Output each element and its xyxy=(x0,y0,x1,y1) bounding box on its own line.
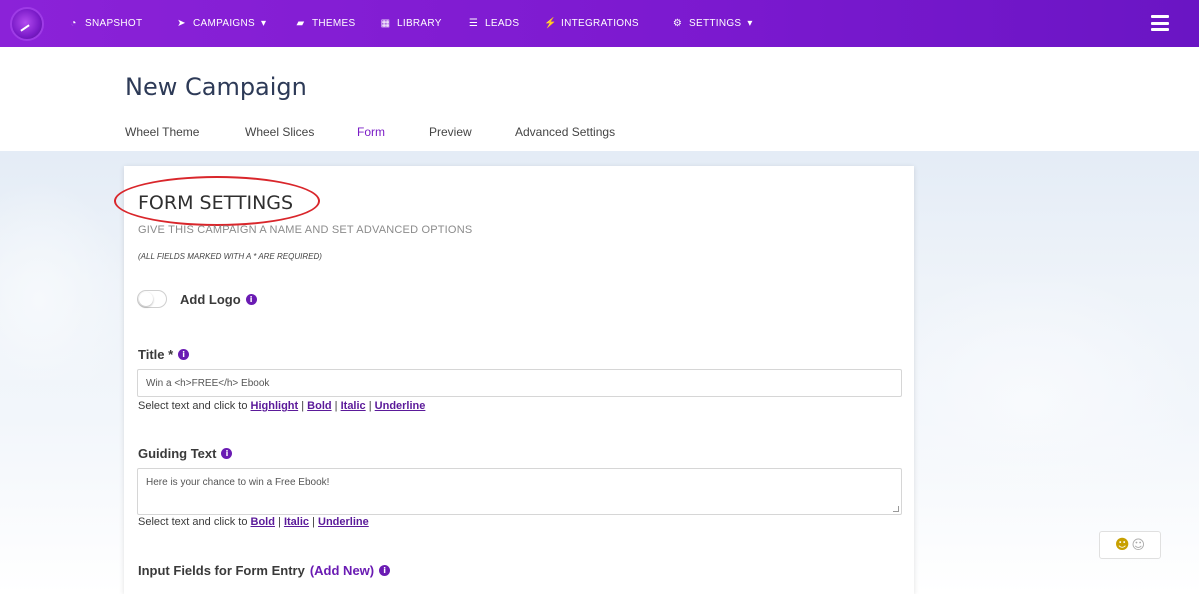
resize-handle-icon[interactable] xyxy=(893,506,899,512)
bold-link[interactable]: Bold xyxy=(251,516,275,528)
separator: | xyxy=(334,400,338,412)
nav-settings-label: SETTINGS xyxy=(689,18,742,29)
italic-link[interactable]: Italic xyxy=(341,400,366,412)
chevron-down-icon: ▾ xyxy=(747,18,753,29)
helper-prefix: Select text and click to xyxy=(138,516,248,528)
form-settings-card: FORM SETTINGS GIVE THIS CAMPAIGN A NAME … xyxy=(114,166,914,594)
add-logo-toggle[interactable] xyxy=(137,290,167,308)
separator: | xyxy=(312,516,315,528)
nav-campaigns-label: CAMPAIGNS xyxy=(193,18,255,29)
info-icon[interactable]: i xyxy=(178,349,190,360)
italic-link[interactable]: Italic xyxy=(284,516,309,528)
tab-advanced-settings[interactable]: Advanced Settings xyxy=(515,125,615,151)
hamburger-menu-icon[interactable] xyxy=(1151,15,1169,31)
title-input[interactable]: Win a <h>FREE</h> Ebook xyxy=(137,369,902,397)
title-label-text: Title * xyxy=(138,347,174,362)
library-icon: ▦ xyxy=(380,18,391,29)
separator: | xyxy=(278,516,281,528)
add-logo-text: Add Logo xyxy=(180,292,241,307)
add-logo-label: Add Logo i xyxy=(180,292,257,307)
guiding-text-label: Guiding Text i xyxy=(138,446,233,461)
nav-integrations[interactable]: ⚡ INTEGRATIONS xyxy=(544,0,639,47)
tab-preview[interactable]: Preview xyxy=(429,125,472,151)
list-icon: ☰ xyxy=(468,18,479,29)
emoji-reaction-widget[interactable]: ☻ ☺ xyxy=(1099,531,1161,559)
input-fields-label-text: Input Fields for Form Entry xyxy=(138,563,305,578)
background-cloud xyxy=(915,270,1199,490)
separator: | xyxy=(368,400,372,412)
separator: | xyxy=(301,400,305,412)
nav-campaigns[interactable]: ➤ CAMPAIGNS ▾ xyxy=(176,0,266,47)
page-title: New Campaign xyxy=(125,73,307,101)
bold-link[interactable]: Bold xyxy=(307,400,331,412)
guiding-helper-text: Select text and click to Bold | Italic |… xyxy=(138,516,369,528)
info-icon[interactable]: i xyxy=(379,565,391,576)
app-logo[interactable] xyxy=(10,7,44,41)
tab-wheel-slices[interactable]: Wheel Slices xyxy=(245,125,314,151)
required-note: (ALL FIELDS MARKED WITH A * ARE REQUIRED… xyxy=(138,252,322,261)
nav-library[interactable]: ▦ LIBRARY xyxy=(380,0,442,47)
nav-settings[interactable]: ⚙ SETTINGS ▾ xyxy=(672,0,753,47)
nav-themes[interactable]: ▰ THEMES xyxy=(295,0,356,47)
nav-leads[interactable]: ☰ LEADS xyxy=(468,0,519,47)
highlight-link[interactable]: Highlight xyxy=(251,400,299,412)
underline-link[interactable]: Underline xyxy=(375,400,426,412)
section-title: FORM SETTINGS xyxy=(138,192,294,214)
guiding-text-label-text: Guiding Text xyxy=(138,446,217,461)
nav-snapshot-label: SNAPSHOT xyxy=(85,18,143,29)
tab-wheel-theme[interactable]: Wheel Theme xyxy=(125,125,199,151)
nav-leads-label: LEADS xyxy=(485,18,520,29)
underline-link[interactable]: Underline xyxy=(318,516,369,528)
page-header: New Campaign Wheel Theme Wheel Slices Fo… xyxy=(0,47,1199,153)
chevron-down-icon: ▾ xyxy=(260,18,267,29)
smiley-icon: ☺ xyxy=(1131,537,1146,553)
image-icon: ▰ xyxy=(296,18,305,29)
guiding-text-input[interactable]: Here is your chance to win a Free Ebook! xyxy=(137,468,902,515)
top-navbar: ◔ SNAPSHOT ➤ CAMPAIGNS ▾ ▰ THEMES ▦ LIBR… xyxy=(0,0,1199,47)
nav-library-label: LIBRARY xyxy=(397,18,442,29)
nav-integrations-label: INTEGRATIONS xyxy=(561,18,639,29)
title-helper-text: Select text and click to Highlight | Bol… xyxy=(138,400,425,412)
send-icon: ➤ xyxy=(177,18,186,29)
tab-form[interactable]: Form xyxy=(353,125,391,153)
plug-icon: ⚡ xyxy=(544,18,557,29)
section-subtitle: GIVE THIS CAMPAIGN A NAME AND SET ADVANC… xyxy=(138,224,473,236)
title-label: Title * i xyxy=(138,347,190,362)
helper-prefix: Select text and click to xyxy=(138,400,248,412)
background-cloud xyxy=(0,180,130,380)
info-icon[interactable]: i xyxy=(221,448,233,459)
nav-themes-label: THEMES xyxy=(312,18,356,29)
info-icon[interactable]: i xyxy=(245,294,257,305)
dashboard-icon: ◔ xyxy=(70,18,77,29)
nav-snapshot[interactable]: ◔ SNAPSHOT xyxy=(68,0,142,47)
cogs-icon: ⚙ xyxy=(672,18,683,29)
add-emoji-icon: ☻ xyxy=(1114,537,1130,553)
add-new-link[interactable]: (Add New) xyxy=(310,563,374,578)
input-fields-label: Input Fields for Form Entry (Add New) i xyxy=(138,563,391,578)
guiding-text-value: Here is your chance to win a Free Ebook! xyxy=(146,477,330,488)
